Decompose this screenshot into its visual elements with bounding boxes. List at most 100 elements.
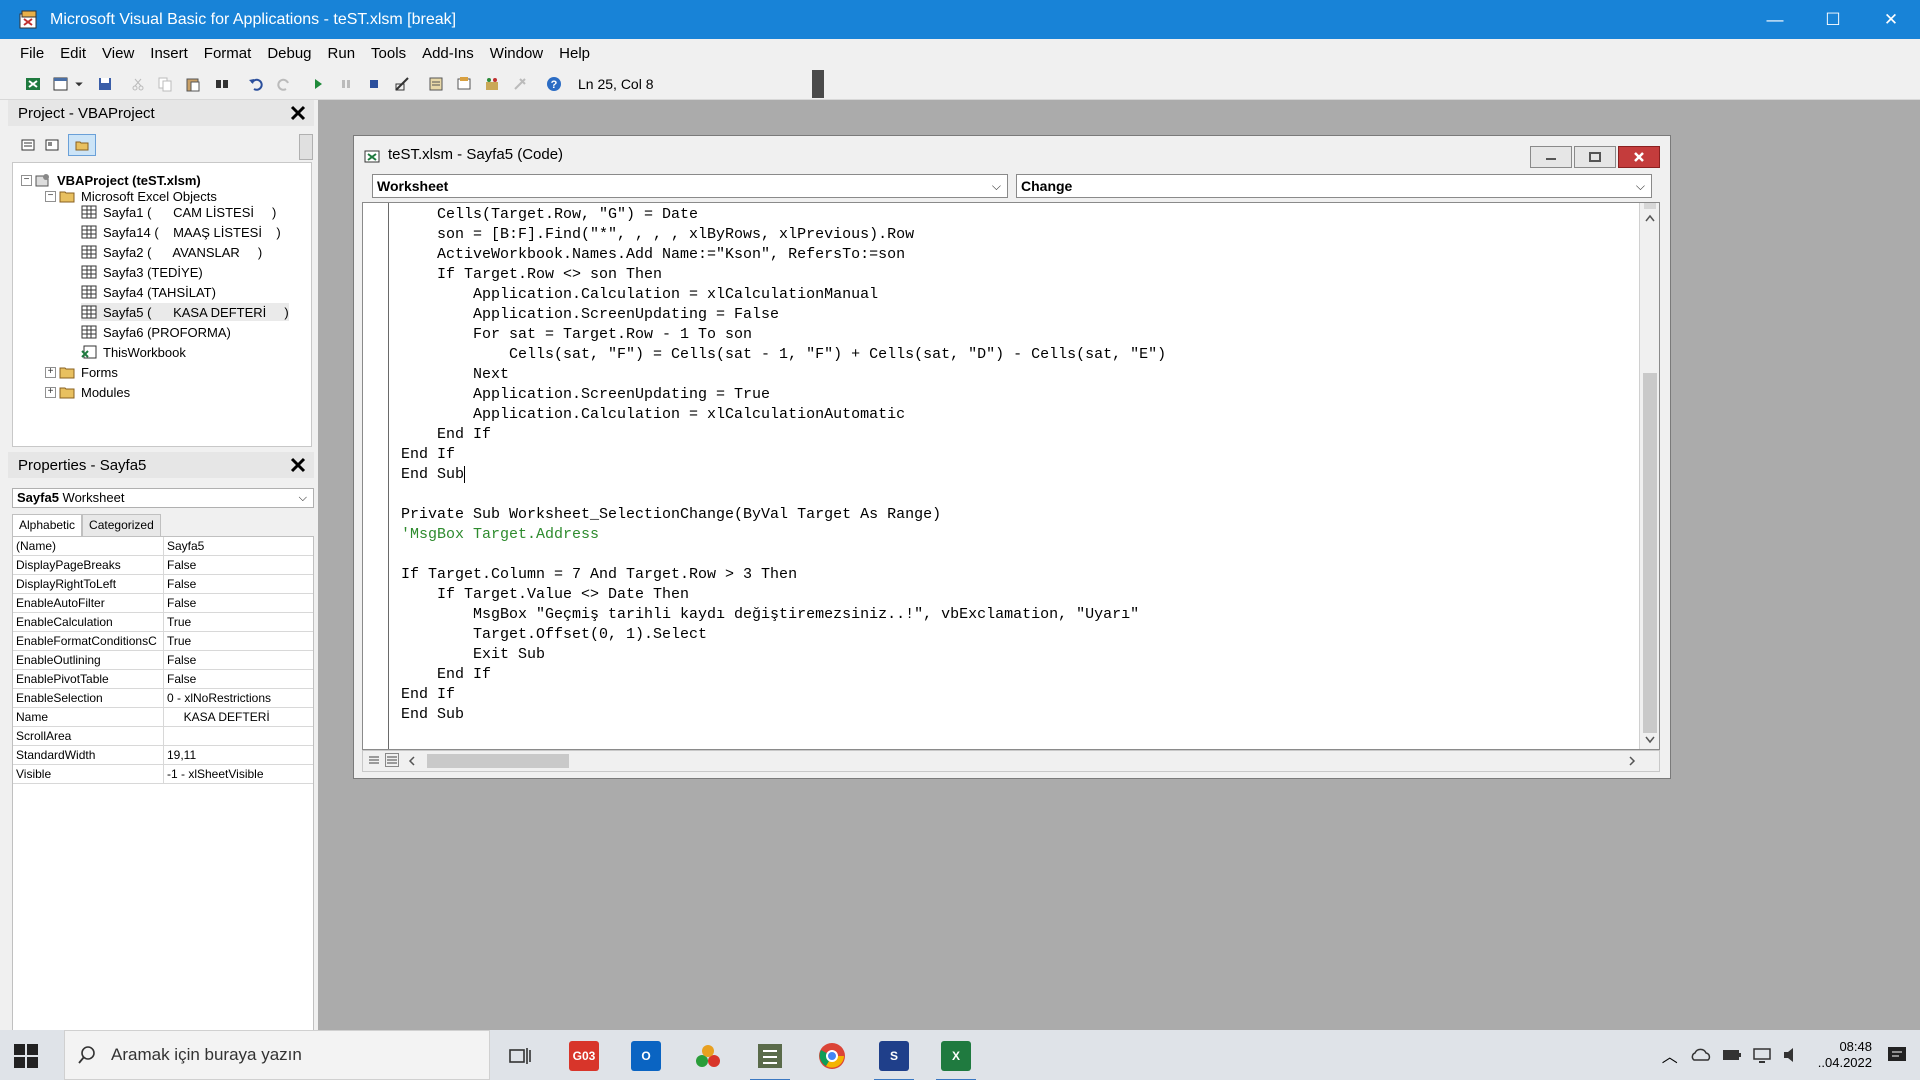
code-line[interactable]: Exit Sub [401, 645, 1166, 665]
collapse-excel-objects-icon[interactable]: − [45, 191, 56, 202]
expand-forms-icon[interactable]: + [45, 367, 56, 378]
taskbar-app-balls[interactable] [682, 1036, 734, 1076]
code-line[interactable]: Cells(sat, "F") = Cells(sat - 1, "F") + … [401, 345, 1166, 365]
property-row[interactable]: DisplayRightToLeft False [13, 575, 313, 594]
tree-item-modules[interactable]: Modules [59, 383, 130, 401]
menu-run[interactable]: Run [328, 45, 356, 62]
code-line[interactable]: End If [401, 425, 1166, 445]
onedrive-icon[interactable] [1690, 1048, 1712, 1062]
maximize-button[interactable]: ☐ [1804, 0, 1862, 39]
view-code-icon[interactable] [16, 134, 40, 156]
vertical-scrollbar[interactable] [1639, 203, 1659, 749]
help-icon[interactable]: ? [544, 74, 564, 94]
taskbar-app-s[interactable]: S [868, 1036, 920, 1080]
run-icon[interactable] [308, 74, 328, 94]
property-row[interactable]: (Name) Sayfa5 [13, 537, 313, 556]
copy-icon[interactable] [155, 74, 175, 94]
taskbar-chrome[interactable] [806, 1036, 858, 1076]
splitter-handle[interactable] [1644, 203, 1656, 209]
tree-item-sayfa5[interactable]: Sayfa5 ( KASA DEFTERİ ) [81, 303, 289, 321]
breakpoint-margin[interactable] [363, 203, 389, 749]
scroll-up-icon[interactable] [1644, 213, 1656, 223]
menu-window[interactable]: Window [490, 45, 543, 62]
code-line[interactable]: If Target.Row <> son Then [401, 265, 1166, 285]
menu-debug[interactable]: Debug [267, 45, 311, 62]
code-line[interactable]: End Sub [401, 705, 1166, 725]
project-toolbar-scroll[interactable] [299, 134, 313, 160]
property-value[interactable]: True [164, 632, 313, 650]
object-browser-icon[interactable] [482, 74, 502, 94]
property-row[interactable]: EnableOutlining False [13, 651, 313, 670]
close-project-panel-button[interactable] [286, 102, 310, 124]
code-line[interactable]: End If [401, 445, 1166, 465]
menu-view[interactable]: View [102, 45, 134, 62]
tree-item-sayfa2[interactable]: Sayfa2 ( AVANSLAR ) [81, 243, 262, 261]
property-value[interactable]: 0 - xlNoRestrictions [164, 689, 313, 707]
toolbar-grip[interactable] [812, 70, 824, 98]
notifications-icon[interactable] [1886, 1045, 1908, 1065]
tree-item-forms[interactable]: Forms [59, 363, 118, 381]
code-line[interactable] [401, 545, 1166, 565]
menu-add-ins[interactable]: Add-Ins [422, 45, 474, 62]
tree-item-sayfa6[interactable]: Sayfa6 (PROFORMA) [81, 323, 231, 341]
save-icon[interactable] [95, 74, 115, 94]
insert-module-icon[interactable] [51, 74, 71, 94]
view-object-icon[interactable] [40, 134, 64, 156]
menu-format[interactable]: Format [204, 45, 252, 62]
close-properties-panel-button[interactable] [286, 454, 310, 476]
tree-item-sayfa3[interactable]: Sayfa3 (TEDİYE) [81, 263, 203, 281]
property-value[interactable]: False [164, 575, 313, 593]
code-line-current[interactable]: End Sub [401, 465, 1166, 485]
property-value[interactable]: False [164, 670, 313, 688]
property-row[interactable]: DisplayPageBreaks False [13, 556, 313, 575]
full-module-view-icon[interactable] [385, 753, 399, 767]
menu-help[interactable]: Help [559, 45, 590, 62]
tree-item-sayfa14[interactable]: Sayfa14 ( MAAŞ LİSTESİ ) [81, 223, 281, 241]
code-line[interactable]: Application.ScreenUpdating = True [401, 385, 1166, 405]
cut-icon[interactable] [128, 74, 148, 94]
taskbar-clock[interactable]: 08:48 ..04.2022 [1818, 1039, 1872, 1071]
code-line[interactable]: Application.ScreenUpdating = False [401, 305, 1166, 325]
code-line[interactable]: Target.Offset(0, 1).Select [401, 625, 1166, 645]
code-line[interactable]: End If [401, 685, 1166, 705]
taskbar-app-red[interactable]: G03 [558, 1036, 610, 1076]
paste-icon[interactable] [183, 74, 203, 94]
taskbar-search-box[interactable]: Aramak için buraya yazın [64, 1030, 490, 1080]
procedure-view-icon[interactable] [367, 753, 381, 767]
break-icon[interactable] [336, 74, 356, 94]
code-line[interactable]: End If [401, 665, 1166, 685]
property-value[interactable]: False [164, 594, 313, 612]
property-value[interactable]: 19,11 [164, 746, 313, 764]
design-mode-icon[interactable] [392, 74, 412, 94]
tree-item-thisworkbook[interactable]: ThisWorkbook [81, 343, 186, 361]
property-row[interactable]: EnableCalculation True [13, 613, 313, 632]
code-line[interactable]: If Target.Value <> Date Then [401, 585, 1166, 605]
windows-start-icon[interactable] [12, 1042, 40, 1070]
code-line[interactable]: If Target.Column = 7 And Target.Row > 3 … [401, 565, 1166, 585]
scroll-left-icon[interactable] [407, 755, 417, 767]
code-line[interactable]: Next [401, 365, 1166, 385]
chevron-up-icon[interactable]: ︿ [1662, 1043, 1678, 1067]
collapse-vbaproject-icon[interactable]: − [21, 175, 32, 186]
toggle-folders-icon[interactable] [68, 134, 96, 156]
code-line-text[interactable]: End Sub [401, 466, 464, 483]
property-value[interactable]: False [164, 651, 313, 669]
close-button[interactable]: ✕ [1862, 0, 1920, 39]
code-window-minimize-button[interactable] [1530, 146, 1572, 168]
tab-categorized[interactable]: Categorized [82, 514, 161, 536]
property-value[interactable]: KASA DEFTERİ [164, 708, 313, 726]
battery-icon[interactable] [1722, 1048, 1742, 1062]
view-excel-icon[interactable] [23, 74, 43, 94]
object-selector[interactable]: Sayfa5 Worksheet ⌵ [12, 488, 314, 508]
code-line[interactable]: Application.Calculation = xlCalculationM… [401, 285, 1166, 305]
minimize-button[interactable]: — [1746, 0, 1804, 39]
tree-item-sayfa4[interactable]: Sayfa4 (TAHSİLAT) [81, 283, 216, 301]
volume-icon[interactable] [1782, 1047, 1800, 1063]
property-row[interactable]: EnableAutoFilter False [13, 594, 313, 613]
expand-modules-icon[interactable]: + [45, 387, 56, 398]
menu-edit[interactable]: Edit [60, 45, 86, 62]
code-line[interactable]: Cells(Target.Row, "G") = Date [401, 205, 1166, 225]
tree-item-sayfa1[interactable]: Sayfa1 ( CAM LİSTESİ ) [81, 203, 276, 221]
menu-file[interactable]: File [20, 45, 44, 62]
property-row[interactable]: EnableFormatConditionsC True [13, 632, 313, 651]
